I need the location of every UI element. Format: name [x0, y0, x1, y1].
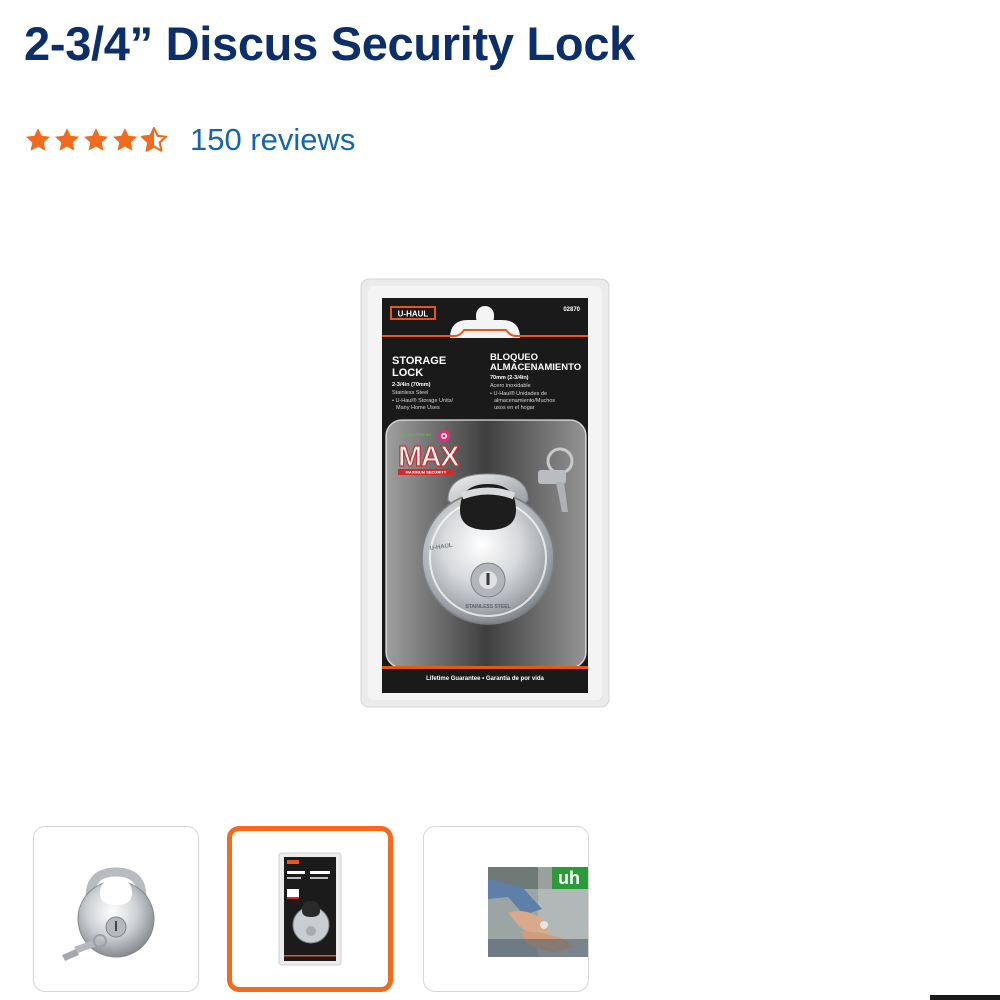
thumbnail-package[interactable]	[227, 826, 393, 992]
product-title: 2-3/4” Discus Security Lock	[24, 17, 636, 70]
package-size-es: 70mm (2-3/4in)	[490, 375, 529, 381]
star-full-icon	[112, 128, 138, 151]
thumbnail-lock[interactable]	[33, 826, 199, 992]
badge-max: MAX	[398, 441, 460, 473]
product-main-image: U-HAUL 02870 STORAGE LOCK 2-3/4in (70mm) …	[360, 278, 610, 708]
rating: 150 reviews	[24, 118, 355, 162]
package-sku: 02870	[563, 307, 580, 313]
package-footer: Lifetime Guarantee • Garantía de por vid…	[426, 676, 544, 682]
star-full-icon	[83, 128, 109, 151]
star-rating	[24, 126, 168, 154]
badge-sub: MAXIMUM SECURITY	[406, 470, 447, 475]
scroll-indicator	[930, 995, 1000, 1000]
package-material-en: Stainless Steel	[392, 390, 428, 396]
star-half-icon	[140, 127, 168, 152]
package-size-en: 2-3/4in (70mm)	[392, 382, 431, 388]
lock-thumbnail-image	[62, 867, 155, 961]
thumbnail-video[interactable]: uh	[423, 826, 589, 992]
package-brand: U-HAUL	[398, 310, 429, 319]
video-thumbnail-image: uh	[488, 867, 588, 957]
package-thumbnail-image	[278, 852, 342, 966]
lock-engraving: STAINLESS STEEL	[465, 604, 510, 610]
star-full-icon	[54, 128, 80, 151]
star-full-icon	[25, 128, 51, 151]
badge-top: PROTECTED BY	[400, 432, 432, 437]
package-material-es: Acero inoxidable	[490, 383, 531, 389]
reviews-link[interactable]: 150 reviews	[190, 122, 355, 158]
video-sign-text: uh	[558, 868, 580, 888]
